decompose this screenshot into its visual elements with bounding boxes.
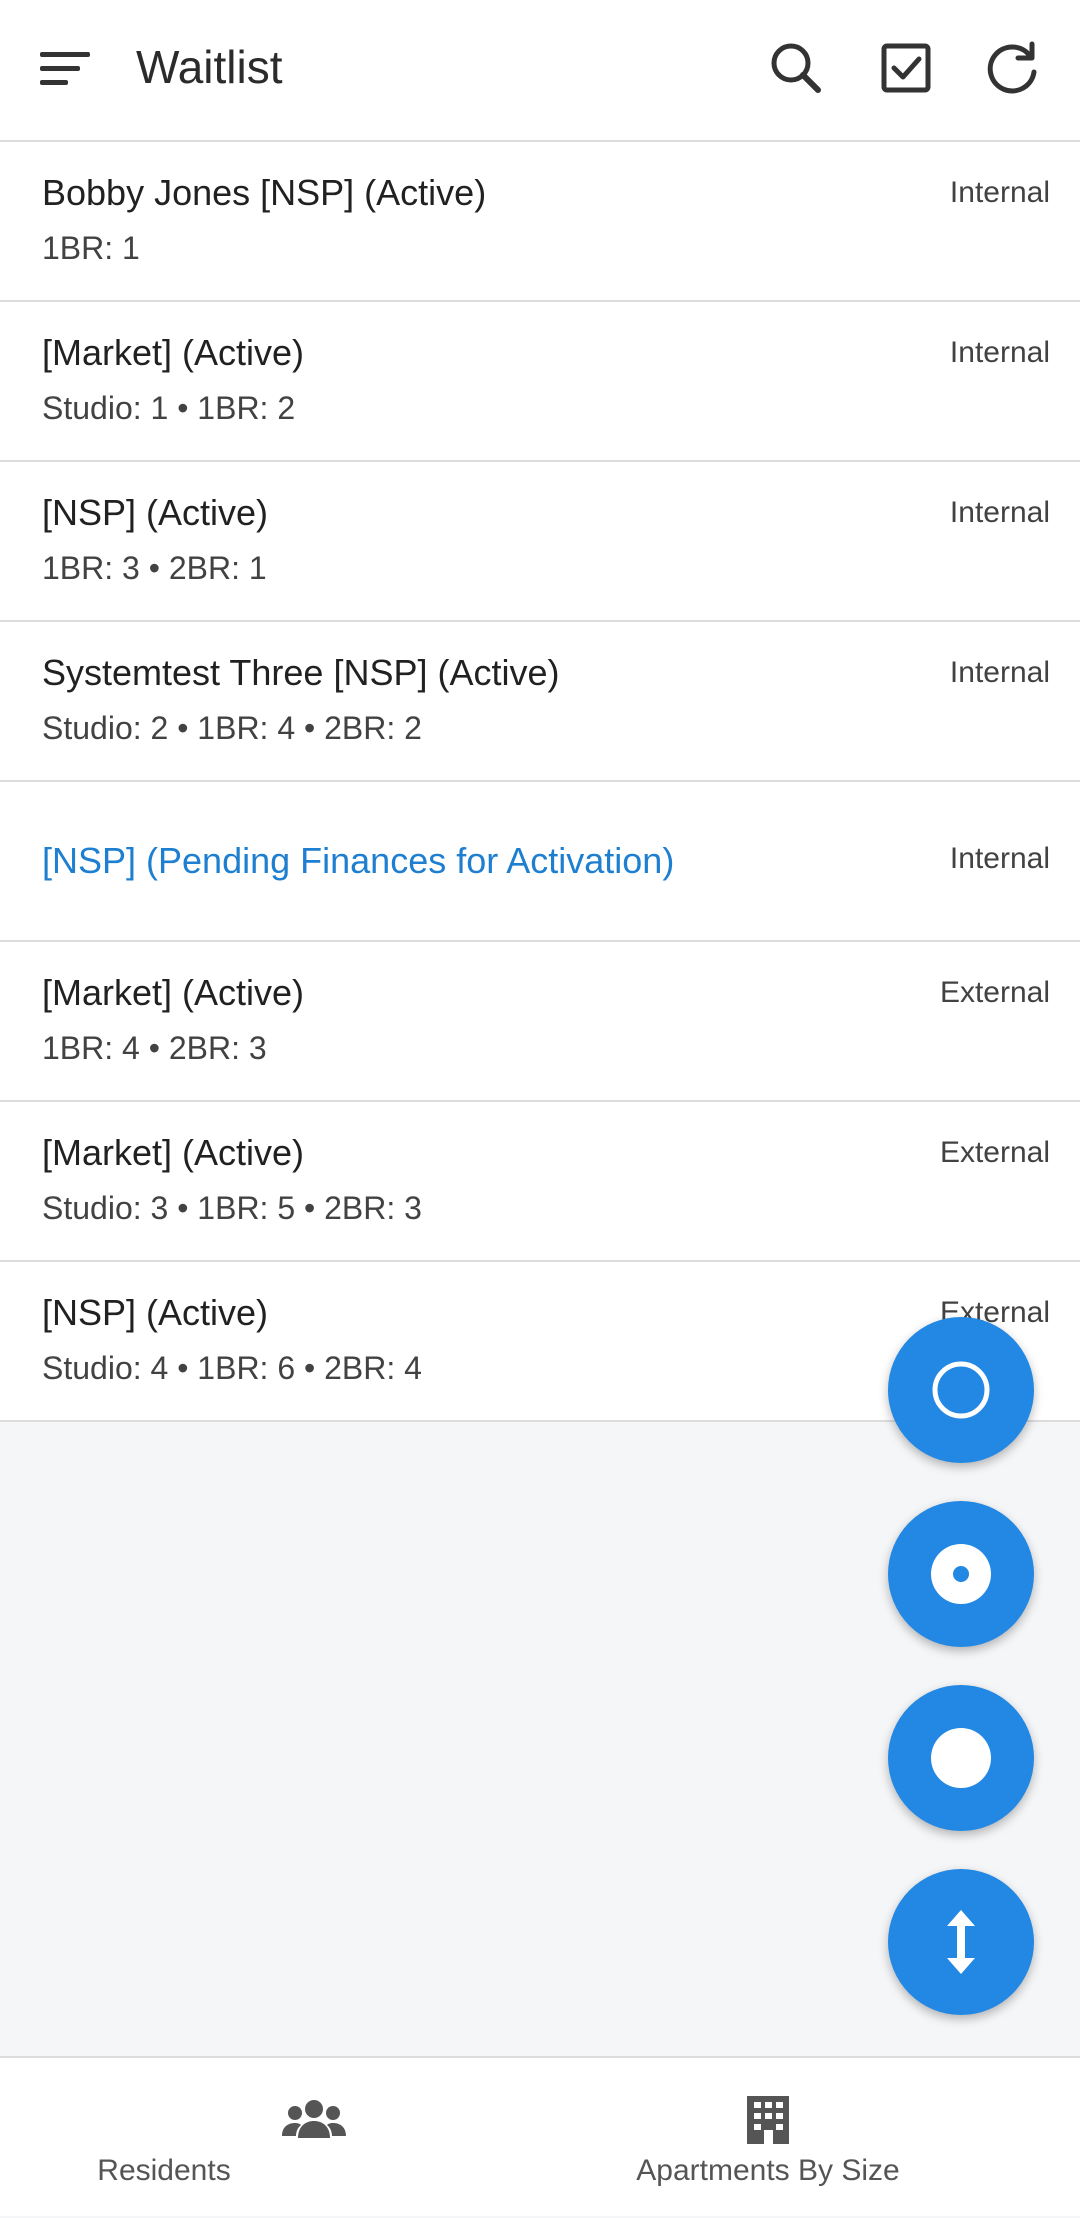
- fab-dot-button[interactable]: [888, 1501, 1034, 1647]
- building-icon: [747, 2096, 789, 2144]
- list-item[interactable]: [Market] (Active) 1BR: 4 • 2BR: 3 Extern…: [0, 942, 1080, 1102]
- item-title: [Market] (Active): [42, 1132, 305, 1173]
- fab-expand-button[interactable]: [888, 1869, 1034, 2015]
- item-unit-counts: 1BR: 3 • 2BR: 1: [42, 550, 267, 586]
- list-item[interactable]: [Market] (Active) Studio: 1 • 1BR: 2 Int…: [0, 302, 1080, 462]
- refresh-icon[interactable]: [980, 36, 1044, 100]
- waitlist-list: Bobby Jones [NSP] (Active) 1BR: 1 Intern…: [0, 142, 1080, 1422]
- search-icon[interactable]: [764, 36, 828, 100]
- menu-icon[interactable]: [40, 46, 92, 90]
- group-icon: [282, 2100, 346, 2138]
- fab-ring-button[interactable]: [888, 1317, 1034, 1463]
- item-unit-counts: Studio: 1 • 1BR: 2: [42, 390, 296, 426]
- item-unit-counts: 1BR: 4 • 2BR: 3: [42, 1030, 267, 1066]
- filled-circle-icon: [931, 1728, 991, 1788]
- list-item[interactable]: Bobby Jones [NSP] (Active) 1BR: 1 Intern…: [0, 142, 1080, 302]
- item-unit-counts: 1BR: 1: [42, 230, 140, 266]
- list-item[interactable]: [Market] (Active) Studio: 3 • 1BR: 5 • 2…: [0, 1102, 1080, 1262]
- item-type-tag: Internal: [949, 496, 1050, 529]
- item-type-tag: Internal: [949, 176, 1050, 209]
- item-title: [Market] (Active): [42, 972, 305, 1013]
- checkbox-icon[interactable]: [874, 36, 938, 100]
- item-title: [NSP] (Active): [42, 492, 269, 533]
- item-title: Systemtest Three [NSP] (Active): [42, 652, 560, 693]
- fab-filled-button[interactable]: [888, 1685, 1034, 1831]
- item-unit-counts: Studio: 4 • 1BR: 6 • 2BR: 4: [42, 1350, 422, 1386]
- list-item-pending[interactable]: [NSP] (Pending Finances for Activation) …: [0, 782, 1080, 942]
- bottom-nav: Residents Apartments By Size: [0, 2056, 1080, 2216]
- item-title: [Market] (Active): [42, 332, 305, 373]
- item-title: [NSP] (Active): [42, 1292, 269, 1333]
- item-unit-counts: Studio: 3 • 1BR: 5 • 2BR: 3: [42, 1190, 422, 1226]
- item-type-tag: Internal: [949, 656, 1050, 689]
- nav-apartments-label: Apartments By Size: [636, 2154, 900, 2187]
- item-unit-counts: Studio: 2 • 1BR: 4 • 2BR: 2: [42, 710, 422, 746]
- item-type-tag: Internal: [949, 842, 1050, 875]
- item-title: Bobby Jones [NSP] (Active): [42, 172, 487, 213]
- app-bar: Waitlist: [0, 0, 1080, 142]
- ring-icon: [932, 1361, 990, 1419]
- item-type-tag: External: [939, 1136, 1050, 1169]
- item-type-tag: External: [939, 976, 1050, 1009]
- vertical-arrows-icon: [947, 1910, 975, 1974]
- dot-in-ring-icon: [931, 1544, 991, 1604]
- nav-residents-label: Residents: [97, 2154, 231, 2187]
- list-item[interactable]: Systemtest Three [NSP] (Active) Studio: …: [0, 622, 1080, 782]
- item-title-link[interactable]: [NSP] (Pending Finances for Activation): [42, 840, 674, 882]
- item-type-tag: Internal: [949, 336, 1050, 369]
- page-title: Waitlist: [136, 41, 283, 93]
- nav-apartments-by-size[interactable]: Apartments By Size: [498, 2058, 1038, 2218]
- list-item[interactable]: [NSP] (Active) 1BR: 3 • 2BR: 1 Internal: [0, 462, 1080, 622]
